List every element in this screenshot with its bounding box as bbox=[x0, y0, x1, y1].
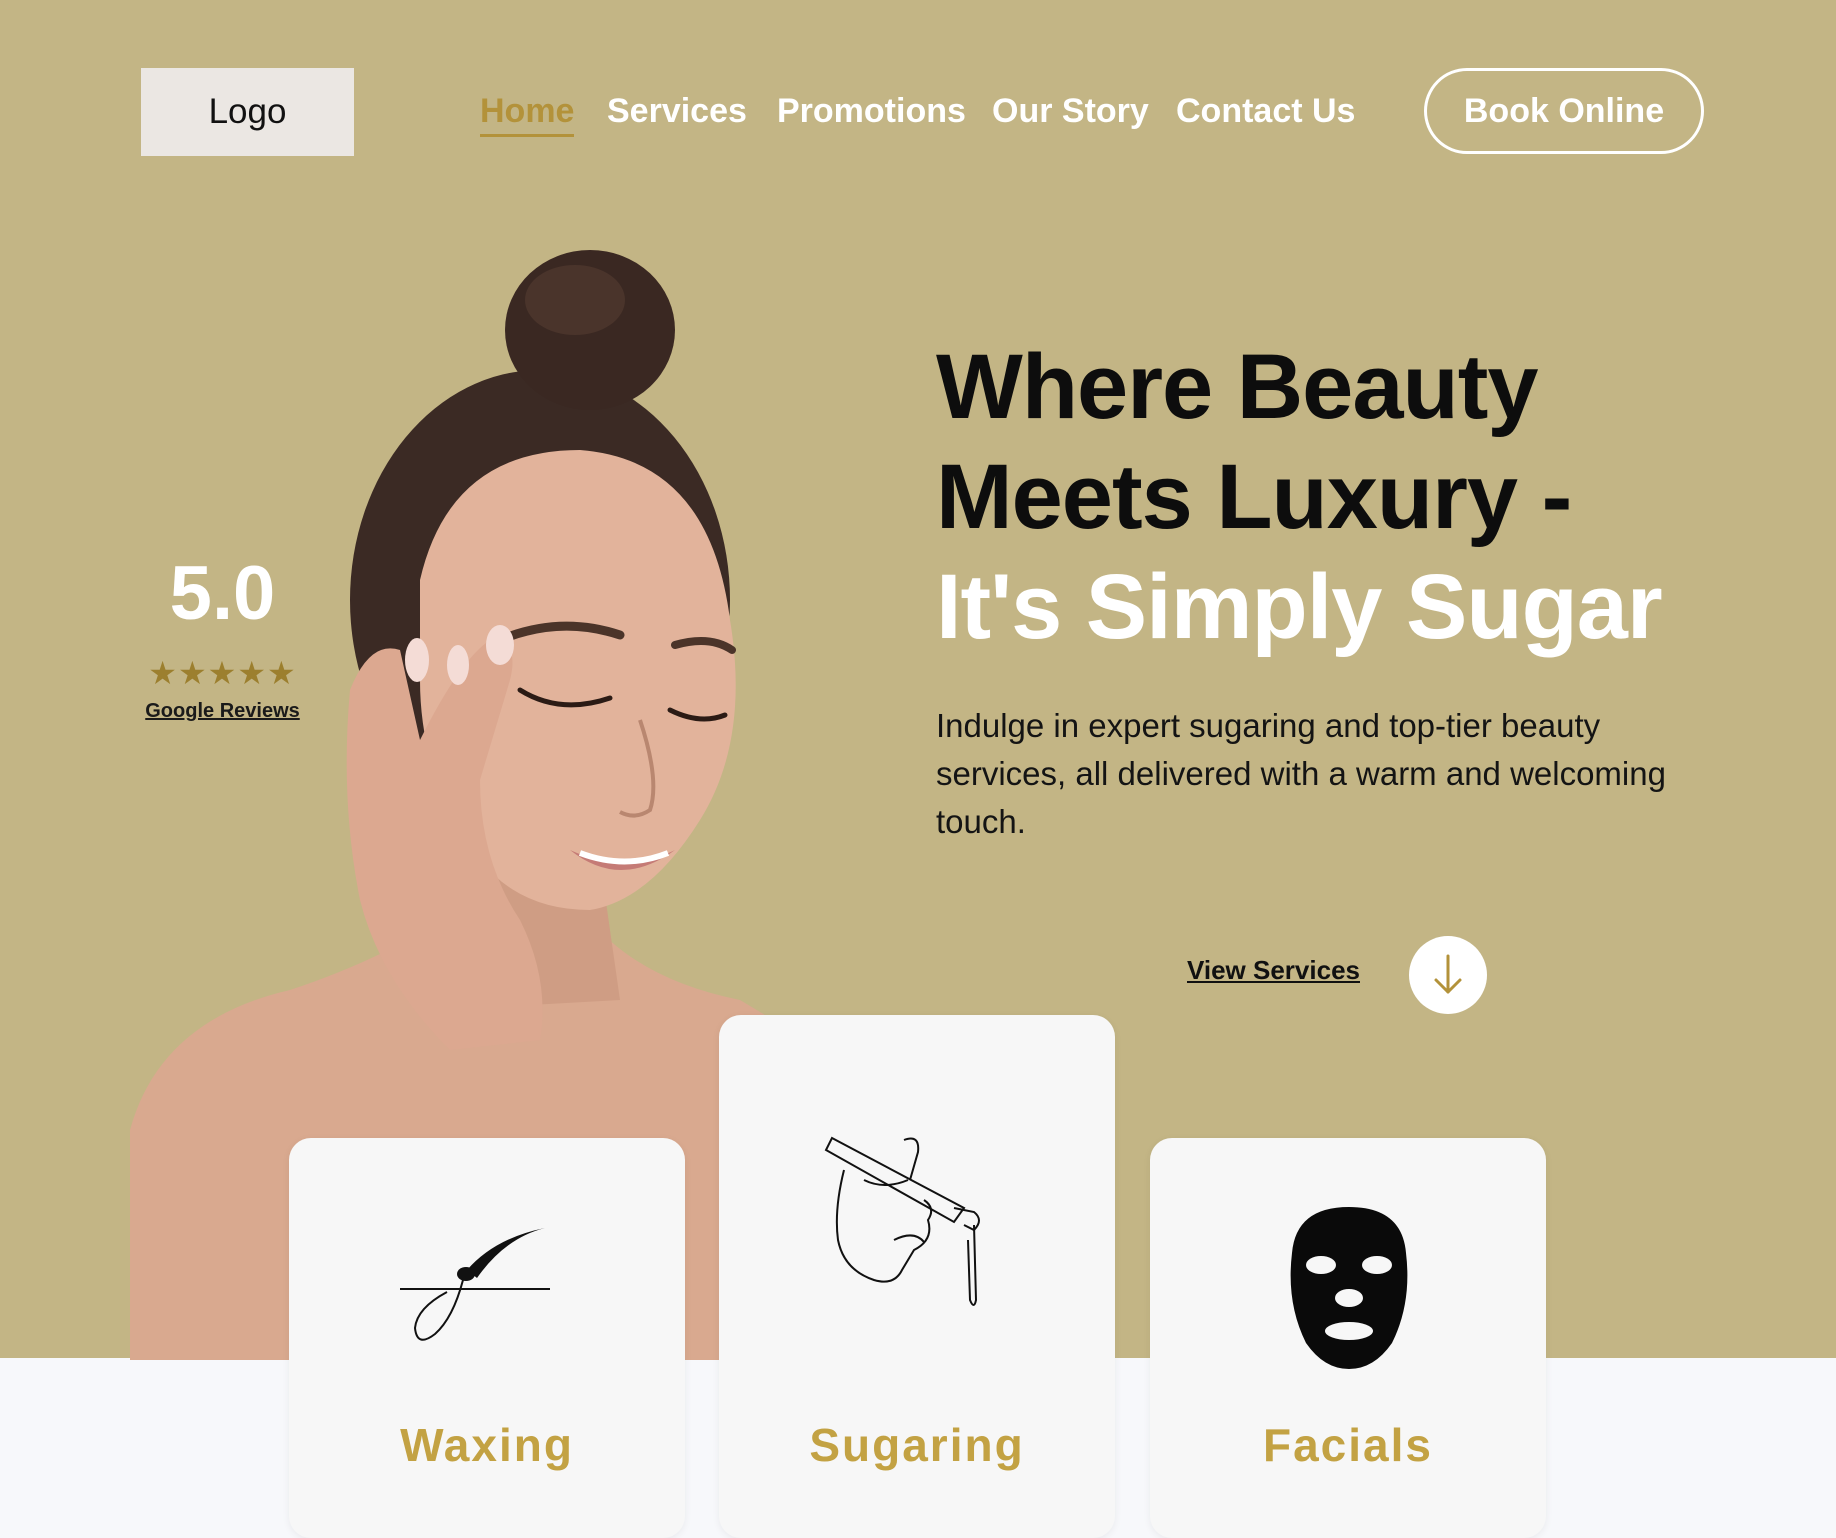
service-card-facials[interactable]: Facials bbox=[1150, 1138, 1546, 1538]
service-card-waxing[interactable]: Waxing bbox=[289, 1138, 685, 1538]
rating-value: 5.0 bbox=[169, 551, 276, 636]
card-title-waxing: Waxing bbox=[400, 1419, 574, 1471]
headline-line-2: Meets Luxury - bbox=[936, 446, 1572, 548]
scroll-down-button[interactable] bbox=[1409, 936, 1487, 1014]
face-mask-icon bbox=[1290, 1207, 1408, 1369]
nav-contact-us[interactable]: Contact Us bbox=[1176, 88, 1355, 134]
nav-our-story[interactable]: Our Story bbox=[992, 88, 1149, 134]
hero-headline: Where Beauty Meets Luxury - It's Simply … bbox=[936, 332, 1756, 662]
nav-home[interactable]: Home bbox=[480, 88, 575, 137]
arrow-down-icon bbox=[1434, 954, 1462, 994]
card-title-sugaring: Sugaring bbox=[809, 1419, 1025, 1471]
service-card-sugaring[interactable]: Sugaring bbox=[719, 1015, 1115, 1538]
nav-promotions[interactable]: Promotions bbox=[777, 88, 966, 134]
sugaring-hand-icon bbox=[824, 1136, 980, 1306]
headline-line-3: It's Simply Sugar bbox=[936, 556, 1663, 658]
headline-line-1: Where Beauty bbox=[936, 336, 1539, 438]
hair-follicle-icon bbox=[400, 1228, 550, 1341]
book-online-button[interactable]: Book Online bbox=[1424, 68, 1704, 154]
logo[interactable]: Logo bbox=[141, 68, 354, 156]
view-services-link[interactable]: View Services bbox=[1187, 955, 1360, 986]
nav-services[interactable]: Services bbox=[607, 88, 747, 134]
card-title-facials: Facials bbox=[1263, 1419, 1433, 1471]
hero-subtext: Indulge in expert sugaring and top-tier … bbox=[936, 707, 1666, 840]
google-reviews-link[interactable]: Google Reviews bbox=[140, 700, 305, 723]
rating-stars: ★★★★★ bbox=[148, 655, 297, 691]
